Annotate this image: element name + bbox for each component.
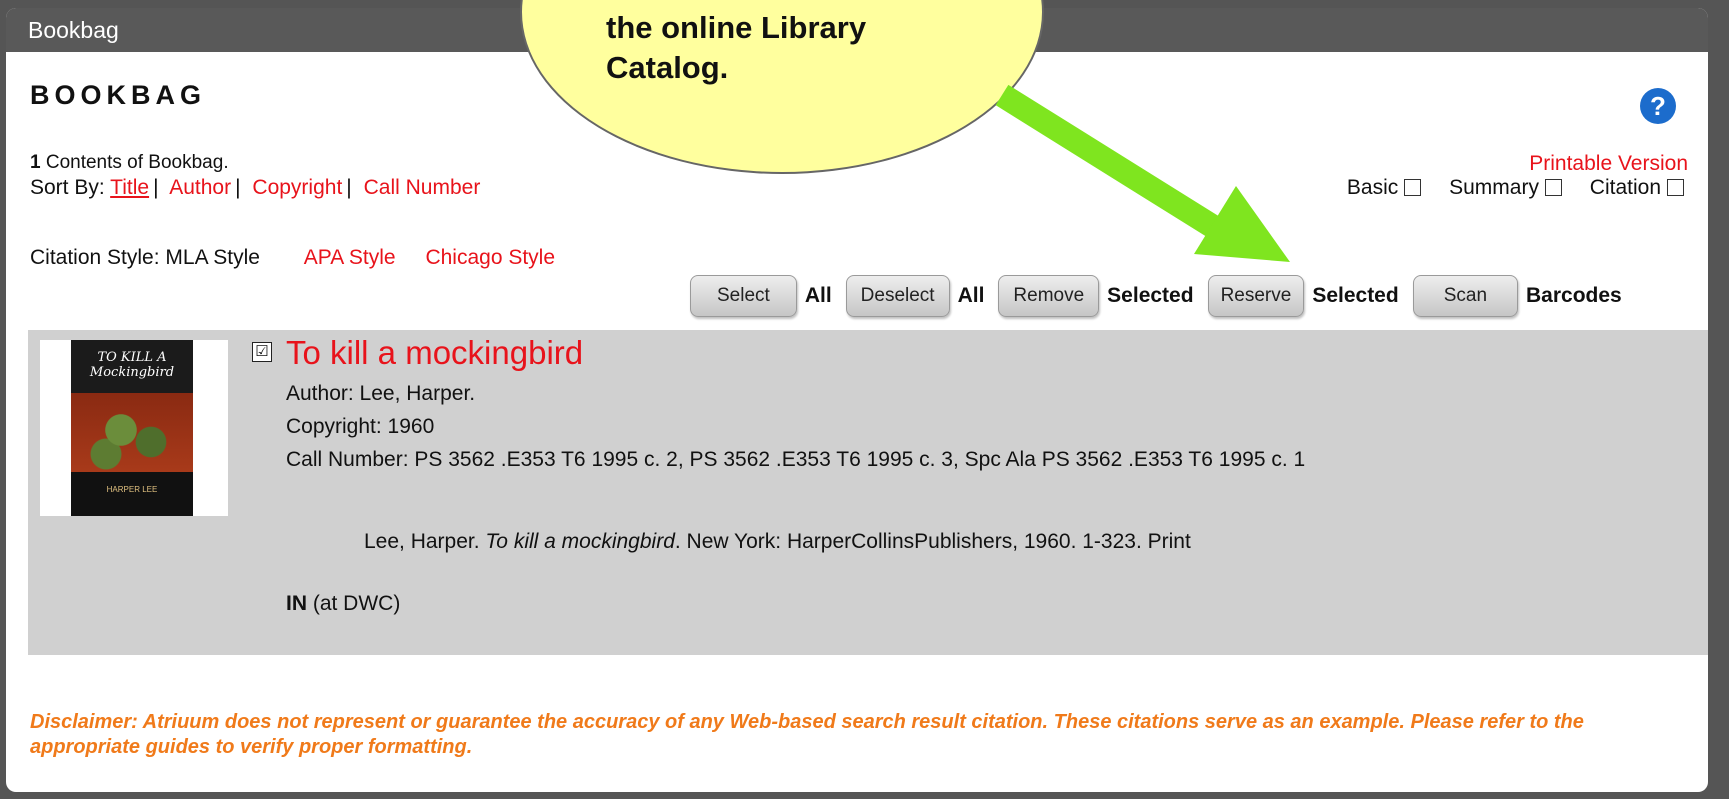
- pointer-arrow-icon: [995, 84, 1290, 262]
